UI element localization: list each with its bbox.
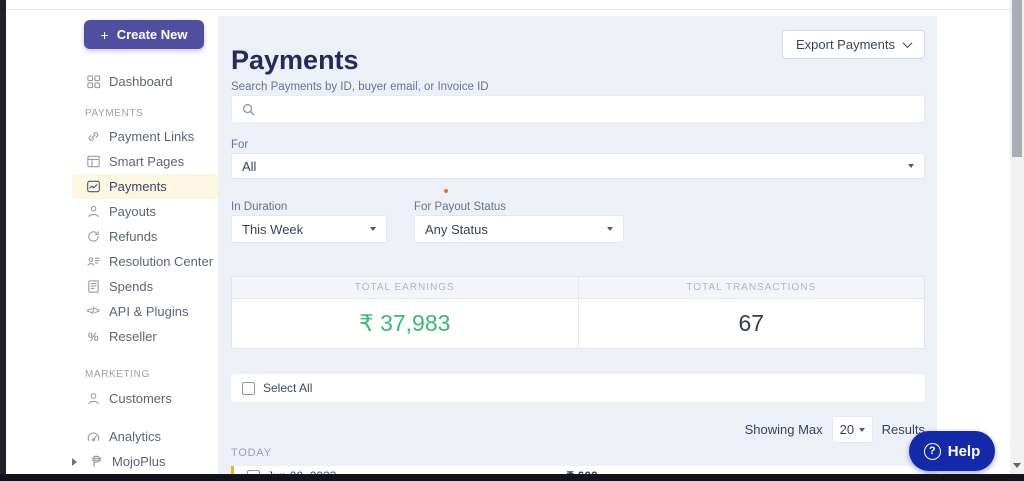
sidebar-item-mojoplus[interactable]: MojoPlus	[72, 449, 218, 474]
showing-max-control: Showing Max 20 Results	[745, 416, 925, 443]
sidebar-item-label: MojoPlus	[112, 454, 165, 469]
caret-down-icon	[908, 164, 914, 168]
sidebar-item-payment-links[interactable]: Payment Links	[72, 124, 218, 149]
top-divider	[0, 9, 1010, 10]
sidebar-group-marketing: Customers	[6, 386, 218, 411]
receipt-icon	[85, 279, 101, 295]
sidebar-item-label: Smart Pages	[109, 154, 184, 169]
resolution-people-icon	[85, 254, 101, 270]
sidebar-item-refunds[interactable]: Refunds	[72, 224, 218, 249]
search-label: Search Payments by ID, buyer email, or I…	[231, 81, 489, 93]
window-bottom-edge	[0, 474, 1024, 481]
gauge-icon	[85, 429, 101, 445]
sidebar-item-payouts[interactable]: Payouts	[72, 199, 218, 224]
scrollbar-down-arrow-icon[interactable]	[1013, 463, 1021, 468]
plus-icon: +	[101, 27, 109, 43]
sidebar-item-label: Analytics	[109, 429, 161, 444]
payout-hand-icon	[85, 204, 101, 220]
sidebar-item-smart-pages[interactable]: Smart Pages	[72, 149, 218, 174]
showing-max-prefix: Showing Max	[745, 422, 823, 437]
sidebar-item-label: Dashboard	[109, 74, 173, 89]
create-new-label: Create New	[117, 27, 188, 42]
total-transactions-header: TOTAL TRANSACTIONS	[578, 277, 925, 298]
page-title: Payments	[231, 45, 359, 76]
payout-status-filter-label: For Payout Status	[414, 201, 506, 213]
scrollbar-thumb[interactable]	[1012, 0, 1022, 157]
sidebar-item-spends[interactable]: Spends	[72, 274, 218, 299]
for-filter-label: For	[231, 139, 248, 151]
sidebar-item-label: Reseller	[109, 329, 157, 344]
help-label: Help	[948, 443, 981, 460]
sidebar-item-analytics[interactable]: Analytics	[72, 424, 218, 449]
sidebar-section-marketing: MARKETING	[6, 369, 218, 380]
search-box[interactable]	[231, 95, 925, 123]
sidebar-group-bottom: Analytics MojoPlus	[6, 424, 218, 474]
percent-icon: %	[85, 329, 101, 345]
showing-max-select[interactable]: 20	[832, 416, 873, 443]
page-layout-icon	[85, 154, 101, 170]
export-payments-button[interactable]: Export Payments	[782, 30, 925, 59]
duration-filter-value: This Week	[242, 222, 303, 237]
sidebar: + Create New Dashboard PAYMENTS Payment …	[6, 0, 218, 475]
sidebar-item-label: Payments	[109, 179, 167, 194]
search-input[interactable]	[263, 96, 924, 122]
help-button[interactable]: ? Help	[909, 431, 995, 471]
sidebar-group-payments: Payment Links Smart Pages Payments Payou…	[6, 124, 218, 349]
total-transactions-value: 67	[578, 299, 925, 348]
totals-summary-table: TOTAL EARNINGS TOTAL TRANSACTIONS ₹ 37,9…	[231, 276, 925, 349]
select-all-checkbox[interactable]	[242, 382, 255, 395]
caret-down-icon	[370, 227, 376, 231]
caret-down-icon	[859, 428, 865, 432]
sidebar-item-dashboard[interactable]: Dashboard	[72, 69, 218, 94]
app-window: + Create New Dashboard PAYMENTS Payment …	[0, 0, 1024, 481]
showing-max-value: 20	[840, 422, 854, 437]
notification-dot	[444, 189, 448, 193]
total-earnings-value: ₹ 37,983	[232, 299, 578, 348]
sidebar-item-api-plugins[interactable]: </> API & Plugins	[72, 299, 218, 324]
total-earnings-header: TOTAL EARNINGS	[232, 277, 578, 298]
sidebar-item-label: Resolution Center	[109, 254, 213, 269]
select-all-label: Select All	[263, 381, 312, 395]
sidebar-item-label: Payment Links	[109, 129, 194, 144]
caret-right-icon	[72, 458, 77, 466]
sidebar-item-customers[interactable]: Customers	[72, 386, 218, 411]
sidebar-item-resolution-center[interactable]: Resolution Center	[72, 249, 218, 274]
sidebar-item-label: Customers	[109, 391, 172, 406]
group-label-today: TODAY	[231, 447, 272, 459]
sidebar-item-label: API & Plugins	[109, 304, 189, 319]
payments-chart-icon	[85, 179, 101, 195]
chevron-down-icon	[903, 38, 913, 48]
for-filter-select[interactable]: All	[231, 153, 925, 179]
payout-status-filter-select[interactable]: Any Status	[414, 215, 624, 243]
caret-down-icon	[607, 227, 613, 231]
payments-page: Payments Export Payments Search Payments…	[218, 16, 937, 475]
sidebar-section-payments: PAYMENTS	[6, 108, 218, 119]
dashboard-grid-icon	[85, 74, 101, 90]
export-payments-label: Export Payments	[796, 37, 895, 52]
code-icon: </>	[85, 304, 101, 320]
for-filter-value: All	[242, 159, 256, 174]
sidebar-item-label: Spends	[109, 279, 153, 294]
refund-arrow-icon	[85, 229, 101, 245]
duration-filter-select[interactable]: This Week	[231, 215, 387, 243]
sidebar-item-reseller[interactable]: % Reseller	[72, 324, 218, 349]
sidebar-item-label: Refunds	[109, 229, 157, 244]
select-all-bar: Select All	[231, 374, 925, 402]
create-new-button[interactable]: + Create New	[84, 20, 204, 49]
search-icon	[242, 103, 255, 116]
payout-status-filter-value: Any Status	[425, 222, 488, 237]
sidebar-item-payments[interactable]: Payments	[72, 174, 218, 199]
person-icon	[85, 391, 101, 407]
mojoplus-p-icon	[88, 454, 104, 470]
window-left-edge	[0, 0, 6, 481]
link-icon	[85, 129, 101, 145]
question-mark-icon: ?	[924, 443, 941, 460]
sidebar-item-label: Payouts	[109, 204, 156, 219]
duration-filter-label: In Duration	[231, 201, 287, 213]
scrollbar-track[interactable]	[1010, 0, 1024, 475]
